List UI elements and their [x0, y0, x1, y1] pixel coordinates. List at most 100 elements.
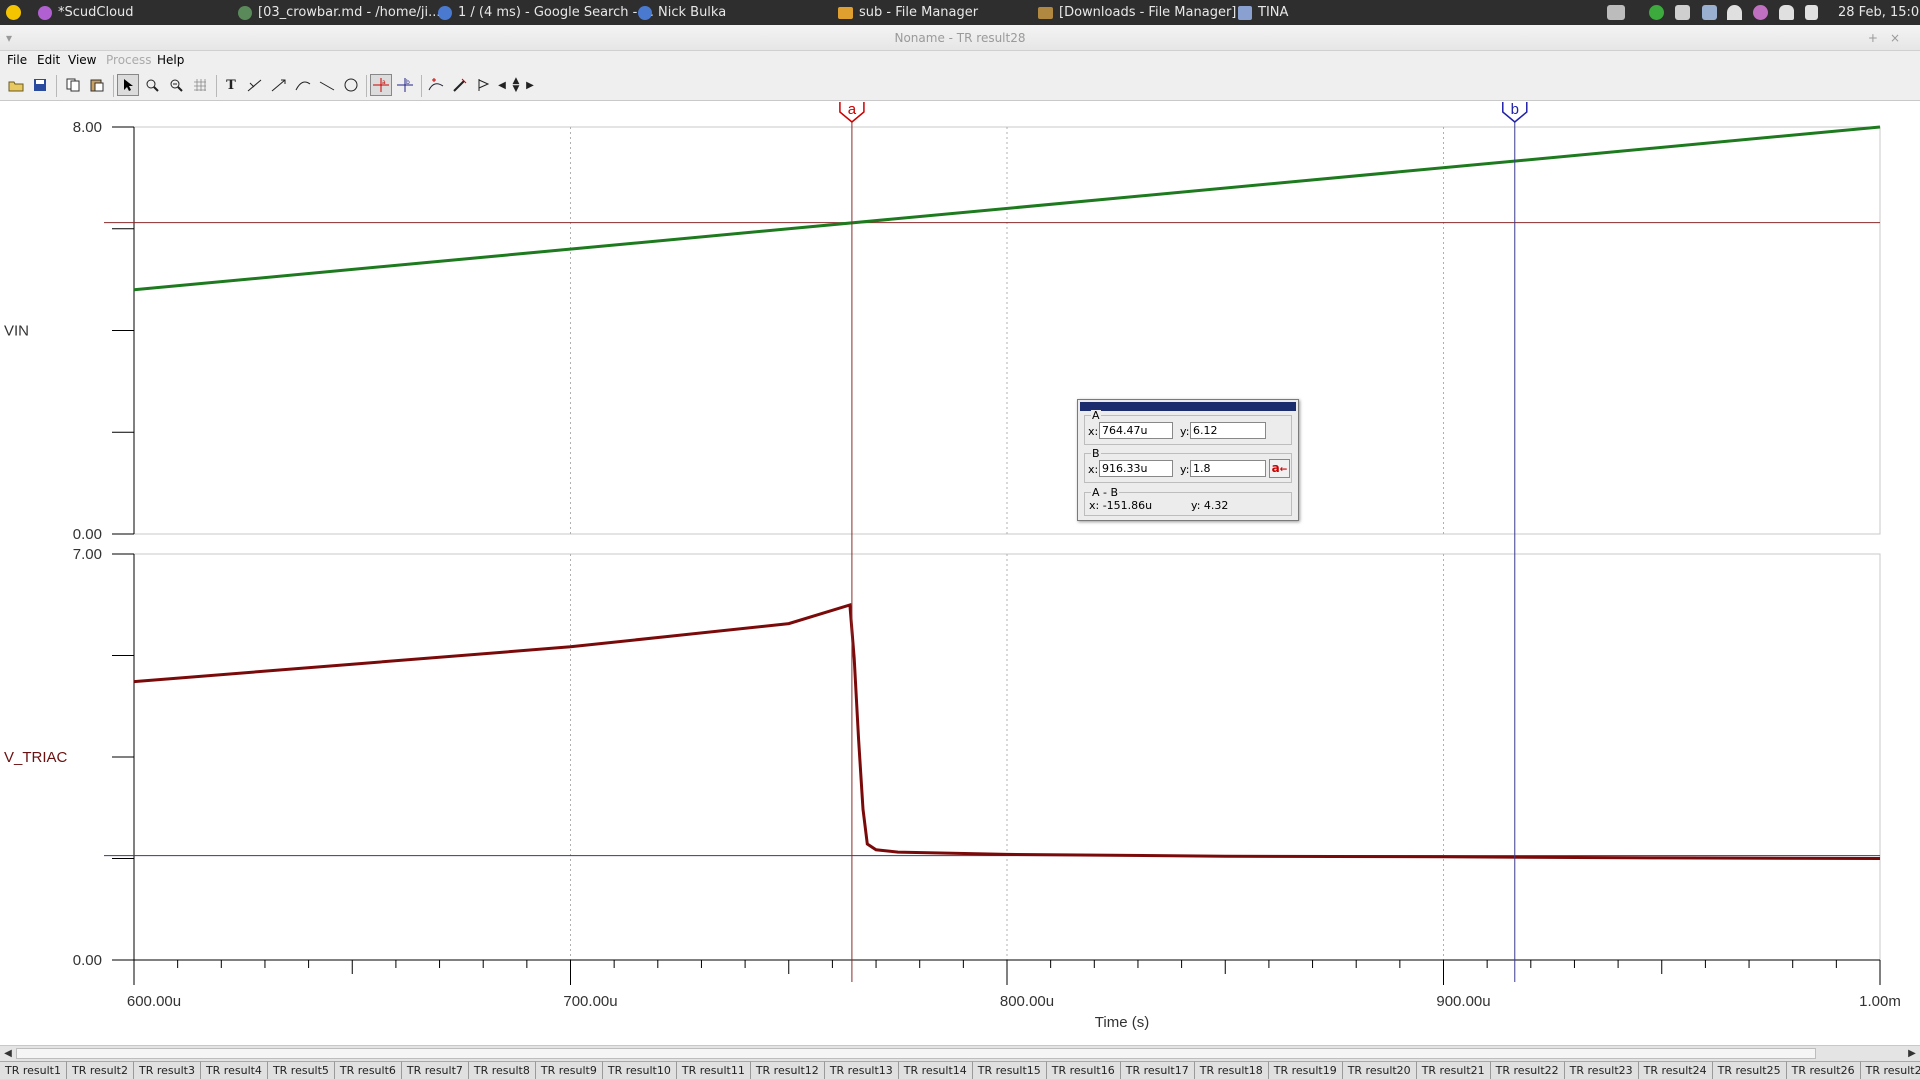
tab-result-17[interactable]: TR result17 — [1120, 1061, 1195, 1079]
tab-result-4[interactable]: TR result4 — [200, 1061, 268, 1079]
taskbar-item-tina[interactable]: TINA — [1238, 0, 1288, 25]
cursor-readout-dialog[interactable]: A x: 764.47u y: 6.12 B x: 916.33u y: 1.8… — [1077, 399, 1299, 521]
zoom-out-icon[interactable] — [165, 74, 187, 96]
tab-result-26[interactable]: TR result26 — [1786, 1061, 1861, 1079]
horizontal-scrollbar[interactable]: ◀ ▶ — [0, 1045, 1920, 1061]
cursor-b-y-field[interactable]: 1.8 — [1190, 460, 1266, 477]
result-tabs: TR result1 TR result2 TR result3 TR result4… — [0, 1061, 1920, 1080]
taskbar-item-google-search[interactable]: 1 / (4 ms) - Google Search - ... — [438, 0, 654, 25]
x-tick-label: 600.00u — [127, 993, 181, 1010]
cursor-diff-group: A - B x: -151.86u y: 4.32 — [1084, 487, 1292, 516]
tab-result-14[interactable]: TR result14 — [898, 1061, 973, 1079]
svg-text:a: a — [382, 79, 386, 86]
cursor-b-icon[interactable]: b — [394, 74, 416, 96]
tab-result-11[interactable]: TR result11 — [676, 1061, 751, 1079]
paste-icon[interactable] — [86, 74, 108, 96]
cursor-b-label: b — [1511, 102, 1519, 118]
taskbar-item-sub-file-manager[interactable]: sub - File Manager — [838, 0, 978, 25]
add-curve-icon[interactable] — [425, 74, 447, 96]
menu-file[interactable]: File — [7, 53, 27, 67]
y-tick-label-max: 8.00 — [73, 119, 102, 136]
window-titlebar[interactable]: ▾ Noname - TR result28 +× — [0, 25, 1920, 51]
menu-view[interactable]: View — [68, 53, 96, 67]
flag-icon[interactable] — [473, 74, 495, 96]
zoom-in-icon[interactable] — [141, 74, 163, 96]
window-controls[interactable]: +× — [1868, 25, 1912, 51]
status-icon[interactable] — [1649, 5, 1664, 20]
grid-icon[interactable] — [189, 74, 211, 96]
dialog-titlebar[interactable] — [1080, 402, 1296, 411]
window-menu-icon[interactable]: ▾ — [6, 25, 12, 51]
tab-result-1[interactable]: TR result1 — [0, 1061, 67, 1079]
wifi-icon[interactable] — [1727, 5, 1742, 20]
cursor-a-y-field[interactable]: 6.12 — [1190, 422, 1266, 439]
cursor-b-x-field[interactable]: 916.33u — [1099, 460, 1173, 477]
prev-icon[interactable]: ◀ — [495, 74, 509, 96]
menu-process[interactable]: Process — [106, 53, 152, 67]
chrome-icon — [638, 5, 652, 20]
tab-result-20[interactable]: TR result20 — [1342, 1061, 1417, 1079]
svg-text:b: b — [406, 79, 410, 86]
folder-icon — [1038, 6, 1053, 19]
copy-icon[interactable] — [62, 74, 84, 96]
open-icon[interactable] — [5, 74, 27, 96]
pointer-icon[interactable] — [117, 74, 139, 96]
circle-icon[interactable] — [340, 74, 362, 96]
tab-result-8[interactable]: TR result8 — [468, 1061, 536, 1079]
cursor-a-label: a — [848, 102, 857, 118]
menu-bar: File Edit View Process Help — [0, 51, 1920, 71]
next-icon[interactable]: ▶ — [523, 74, 537, 96]
tab-result-10[interactable]: TR result10 — [602, 1061, 677, 1079]
menu-help[interactable]: Help — [157, 53, 184, 67]
tab-result-24[interactable]: TR result24 — [1638, 1061, 1713, 1079]
clipboard-icon[interactable] — [1675, 5, 1690, 20]
up-down-icon[interactable]: ▲ ▼ — [509, 74, 523, 96]
tab-result-16[interactable]: TR result16 — [1046, 1061, 1121, 1079]
tab-result-27[interactable]: TR result27 — [1860, 1061, 1920, 1079]
volume-icon[interactable] — [1805, 5, 1818, 20]
line-icon[interactable] — [316, 74, 338, 96]
tab-result-15[interactable]: TR result15 — [972, 1061, 1047, 1079]
text-icon[interactable]: T — [220, 74, 242, 96]
taskbar-item-editor[interactable]: [03_crowbar.md - /home/ji... — [238, 0, 441, 25]
tab-result-19[interactable]: TR result19 — [1268, 1061, 1343, 1079]
messenger-icon[interactable] — [1753, 5, 1768, 20]
tab-result-23[interactable]: TR result23 — [1564, 1061, 1639, 1079]
cursor-a-icon[interactable]: a — [370, 74, 392, 96]
tab-result-13[interactable]: TR result13 — [824, 1061, 899, 1079]
scroll-thumb[interactable] — [16, 1048, 1816, 1059]
toolbar: T a b ◀ ▲ ▼ ▶ — [0, 71, 1920, 101]
marker-icon[interactable] — [449, 74, 471, 96]
cursor-a-x-field[interactable]: 764.47u — [1099, 422, 1173, 439]
taskbar-item-scudcloud[interactable]: *ScudCloud — [38, 0, 134, 25]
diagram-plot-area[interactable]: 8.00 0.00 VIN 7.00 0.00 V_TRIAC 600.00u 700.00u… — [0, 102, 1920, 1045]
plot-svg[interactable]: 8.00 0.00 VIN 7.00 0.00 V_TRIAC 600.00u 700.00u… — [0, 102, 1920, 1045]
tab-result-6[interactable]: TR result6 — [334, 1061, 402, 1079]
bell-icon[interactable] — [1779, 5, 1794, 20]
tab-result-7[interactable]: TR result7 — [401, 1061, 469, 1079]
taskbar-item-nick-bulka[interactable]: Nick Bulka — [638, 0, 726, 25]
arrow-tool-icon[interactable] — [244, 74, 266, 96]
line-arrow-icon[interactable] — [268, 74, 290, 96]
taskbar-item-downloads-file-manager[interactable]: [Downloads - File Manager] — [1038, 0, 1236, 25]
menu-launcher-icon[interactable] — [6, 0, 21, 25]
tab-result-5[interactable]: TR result5 — [267, 1061, 335, 1079]
tab-result-12[interactable]: TR result12 — [750, 1061, 825, 1079]
tab-result-3[interactable]: TR result3 — [133, 1061, 201, 1079]
tab-result-18[interactable]: TR result18 — [1194, 1061, 1269, 1079]
scroll-right-icon[interactable]: ▶ — [1905, 1047, 1919, 1060]
screen-icon[interactable] — [1607, 5, 1625, 20]
curve-icon[interactable] — [292, 74, 314, 96]
save-icon[interactable] — [29, 74, 51, 96]
tab-result-21[interactable]: TR result21 — [1416, 1061, 1491, 1079]
menu-edit[interactable]: Edit — [37, 53, 60, 67]
swap-cursor-button[interactable]: a← — [1269, 459, 1290, 478]
x-tick-label: 1.00m — [1859, 993, 1901, 1010]
tab-result-22[interactable]: TR result22 — [1490, 1061, 1565, 1079]
tab-result-2[interactable]: TR result2 — [66, 1061, 134, 1079]
tab-result-9[interactable]: TR result9 — [535, 1061, 603, 1079]
scroll-left-icon[interactable]: ◀ — [1, 1047, 15, 1060]
clock[interactable]: 28 Feb, 15:09 — [1838, 0, 1920, 25]
tab-result-25[interactable]: TR result25 — [1712, 1061, 1787, 1079]
help-icon[interactable] — [1702, 5, 1717, 20]
